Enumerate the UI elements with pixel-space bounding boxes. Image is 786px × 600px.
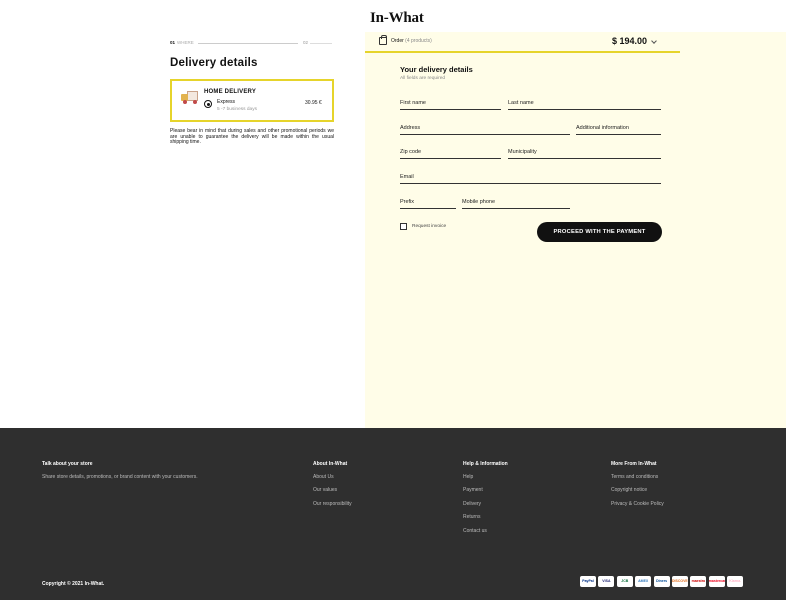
mastercard-icon: mastercard: [708, 576, 725, 587]
maestro-icon: maestro: [690, 576, 707, 587]
step1-label: WHERE: [177, 40, 194, 45]
footer: Talk about your store Share store detail…: [0, 428, 786, 600]
zip-code-label: Zip code: [400, 149, 422, 155]
step1-number: 01: [170, 40, 176, 45]
express-label: Express: [217, 99, 236, 105]
municipality-field[interactable]: Municipality: [508, 147, 661, 159]
request-invoice-checkbox[interactable]: [400, 223, 407, 230]
delivery-title: Delivery details: [170, 57, 258, 69]
jcb-icon: JCB: [616, 576, 633, 587]
footer-link-copyright[interactable]: Copyright notice: [611, 487, 664, 493]
email-label: Email: [400, 174, 414, 180]
footer-link-help[interactable]: Help: [463, 474, 508, 480]
request-invoice-label[interactable]: Request invoice: [412, 224, 446, 229]
discover-icon: DISCOVER: [672, 576, 688, 587]
footer-about-title: About In-What: [313, 461, 348, 467]
footer-store-text: Share store details, promotions, or bran…: [42, 474, 198, 480]
order-text: Order: [391, 38, 404, 44]
order-form-panel: Order (4 products) $ 194.00 Your deliver…: [365, 32, 786, 428]
chevron-down-icon[interactable]: [651, 38, 657, 44]
footer-link-about-us[interactable]: About Us: [313, 474, 352, 480]
checkout-steps: 01 WHERE 02: [170, 39, 332, 47]
address-label: Address: [400, 125, 421, 131]
klarna-icon: Klarna.: [727, 576, 744, 587]
last-name-field[interactable]: Last name: [508, 98, 661, 110]
footer-link-privacy[interactable]: Privacy & Cookie Policy: [611, 501, 664, 507]
step-where[interactable]: 01 WHERE: [170, 40, 194, 45]
zip-code-field[interactable]: Zip code: [400, 147, 501, 159]
footer-col-store: Talk about your store Share store detail…: [42, 461, 198, 487]
footer-store-title: Talk about your store: [42, 461, 93, 467]
footer-link-contact[interactable]: Contact us: [463, 528, 508, 534]
paypal-icon: PayPal: [580, 576, 596, 587]
municipality-label: Municipality: [508, 149, 537, 155]
footer-link-returns[interactable]: Returns: [463, 514, 508, 520]
footer-link-payment[interactable]: Payment: [463, 487, 508, 493]
first-name-label: First name: [400, 100, 426, 106]
footer-link-delivery[interactable]: Delivery: [463, 501, 508, 507]
first-name-field[interactable]: First name: [400, 98, 501, 110]
truck-icon: [181, 90, 199, 104]
address-field[interactable]: Address: [400, 123, 570, 135]
email-field[interactable]: Email: [400, 172, 661, 184]
copyright-text: Copyright © 2021 In-What.: [42, 581, 105, 587]
footer-col-help: Help & Information Help Payment Delivery…: [463, 461, 508, 541]
footer-more-title: More From In-What: [611, 461, 657, 467]
step-progress-line: [198, 43, 298, 44]
order-label: Order (4 products): [391, 38, 432, 44]
footer-col-about: About In-What About Us Our values Our re…: [313, 461, 352, 514]
form-subtitle: All fields are required: [400, 76, 446, 81]
visa-icon: VISA: [598, 576, 615, 587]
prefix-field[interactable]: Prefix: [400, 197, 456, 209]
step2-line: [310, 43, 332, 44]
amex-icon: AMEX: [635, 576, 652, 587]
prefix-label: Prefix: [400, 199, 415, 205]
footer-help-title: Help & Information: [463, 461, 508, 467]
mobile-phone-label: Mobile phone: [462, 199, 496, 205]
footer-col-more: More From In-What Terms and conditions C…: [611, 461, 664, 514]
delivery-price: 30.95 €: [305, 100, 322, 106]
additional-info-label: Additional information: [576, 125, 629, 131]
delivery-duration: 5 -7 business days: [217, 107, 257, 112]
delivery-notice: Please bear in mind that during sales an…: [170, 128, 334, 146]
order-summary-bar[interactable]: Order (4 products) $ 194.00: [365, 32, 680, 53]
home-delivery-option[interactable]: HOME DELIVERY Express 5 -7 business days…: [170, 79, 334, 122]
order-count: (4 products): [405, 38, 432, 44]
additional-info-field[interactable]: Additional information: [576, 123, 661, 135]
home-delivery-title: HOME DELIVERY: [204, 89, 257, 95]
brand-logo[interactable]: In-What: [370, 10, 424, 27]
footer-link-our-values[interactable]: Our values: [313, 487, 352, 493]
last-name-label: Last name: [508, 100, 534, 106]
form-title: Your delivery details: [400, 65, 473, 74]
proceed-payment-button[interactable]: PROCEED WITH THE PAYMENT: [537, 222, 662, 242]
mobile-phone-field[interactable]: Mobile phone: [462, 197, 570, 209]
footer-link-responsibility[interactable]: Our responsibility: [313, 501, 352, 507]
diners-icon: Diners: [653, 576, 670, 587]
footer-link-terms[interactable]: Terms and conditions: [611, 474, 664, 480]
express-radio[interactable]: [204, 100, 212, 108]
shopping-bag-icon: [379, 35, 387, 45]
step2-number[interactable]: 02: [303, 40, 308, 45]
order-total: $ 194.00: [612, 36, 648, 46]
